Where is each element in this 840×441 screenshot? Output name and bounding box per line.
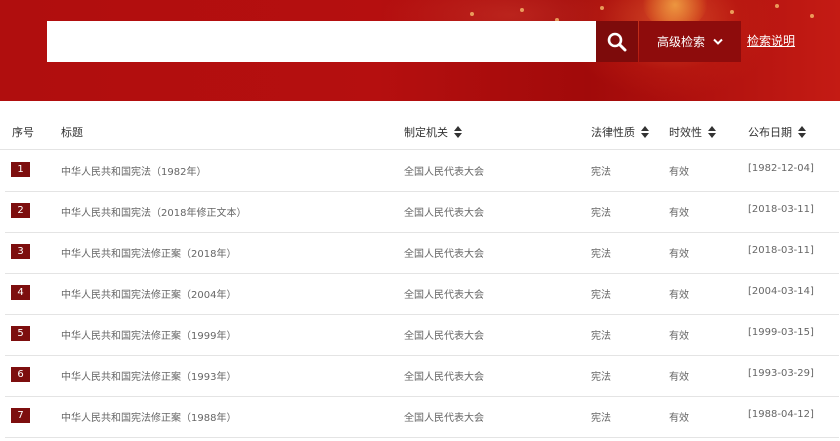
row-index-badge: 3: [11, 244, 30, 259]
header-index-label: 序号: [12, 126, 34, 139]
search-input[interactable]: [47, 21, 596, 62]
sort-icon[interactable]: [454, 126, 462, 138]
advanced-search-label: 高级检索: [656, 35, 705, 49]
row-validity: 有效: [669, 372, 689, 383]
row-authority: 全国人民代表大会: [404, 372, 484, 383]
header-title-label: 标题: [61, 126, 83, 139]
row-authority: 全国人民代表大会: [404, 290, 484, 301]
header-title: 标题: [61, 124, 83, 140]
row-date: [2004-03-14]: [748, 286, 814, 297]
table-header: 序号 标题 制定机关 法律性质 时效性 公布日期: [0, 118, 840, 150]
chevron-down-icon: [713, 38, 723, 45]
table-row: 5 中华人民共和国宪法修正案（1999年） 全国人民代表大会 宪法 有效 [19…: [5, 314, 839, 356]
search-icon: [607, 32, 627, 51]
row-date: [2018-03-11]: [748, 245, 814, 256]
row-index-badge: 5: [11, 326, 30, 341]
row-nature: 宪法: [591, 331, 611, 342]
row-title-link[interactable]: 中华人民共和国宪法（2018年修正文本）: [61, 204, 246, 219]
row-nature: 宪法: [591, 290, 611, 301]
row-title-link[interactable]: 中华人民共和国宪法修正案（1988年）: [61, 409, 236, 424]
banner-decoration: [520, 8, 524, 12]
row-authority: 全国人民代表大会: [404, 249, 484, 260]
header-validity[interactable]: 时效性: [669, 124, 716, 140]
row-nature: 宪法: [591, 249, 611, 260]
table-row: 3 中华人民共和国宪法修正案（2018年） 全国人民代表大会 宪法 有效 [20…: [5, 232, 839, 274]
table-row: 2 中华人民共和国宪法（2018年修正文本） 全国人民代表大会 宪法 有效 [2…: [5, 191, 839, 233]
row-title-link[interactable]: 中华人民共和国宪法修正案（1993年）: [61, 368, 236, 383]
row-validity: 有效: [669, 167, 689, 178]
header-nature-label: 法律性质: [591, 126, 635, 139]
sort-icon[interactable]: [708, 126, 716, 138]
header-index: 序号: [12, 124, 34, 140]
row-validity: 有效: [669, 249, 689, 260]
row-date: [1999-03-15]: [748, 327, 814, 338]
row-date: [1988-04-12]: [748, 409, 814, 420]
row-index-badge: 7: [11, 408, 30, 423]
header-validity-label: 时效性: [669, 126, 702, 139]
banner-decoration: [600, 6, 604, 10]
table-row: 1 中华人民共和国宪法（1982年） 全国人民代表大会 宪法 有效 [1982-…: [5, 150, 839, 192]
row-authority: 全国人民代表大会: [404, 331, 484, 342]
header-date-label: 公布日期: [748, 126, 792, 139]
banner-decoration: [810, 14, 814, 18]
row-index-badge: 4: [11, 285, 30, 300]
header-authority-label: 制定机关: [404, 126, 448, 139]
sort-icon[interactable]: [798, 126, 806, 138]
row-index-badge: 6: [11, 367, 30, 382]
row-validity: 有效: [669, 208, 689, 219]
row-validity: 有效: [669, 290, 689, 301]
row-authority: 全国人民代表大会: [404, 167, 484, 178]
table-row: 7 中华人民共和国宪法修正案（1988年） 全国人民代表大会 宪法 有效 [19…: [5, 396, 839, 438]
banner-decoration: [470, 12, 474, 16]
row-nature: 宪法: [591, 167, 611, 178]
row-validity: 有效: [669, 331, 689, 342]
table-row: 4 中华人民共和国宪法修正案（2004年） 全国人民代表大会 宪法 有效 [20…: [5, 273, 839, 315]
row-nature: 宪法: [591, 413, 611, 424]
header-nature[interactable]: 法律性质: [591, 124, 649, 140]
banner-decoration: [730, 10, 734, 14]
advanced-search-button[interactable]: 高级检索: [639, 21, 741, 62]
banner-decoration: [775, 4, 779, 8]
row-index-badge: 1: [11, 162, 30, 177]
table-row: 6 中华人民共和国宪法修正案（1993年） 全国人民代表大会 宪法 有效 [19…: [5, 355, 839, 397]
search-button[interactable]: [596, 21, 638, 62]
row-index-badge: 2: [11, 203, 30, 218]
row-title-link[interactable]: 中华人民共和国宪法修正案（2004年）: [61, 286, 236, 301]
header-authority[interactable]: 制定机关: [404, 124, 462, 140]
sort-icon[interactable]: [641, 126, 649, 138]
row-date: [1982-12-04]: [748, 163, 814, 174]
header-date[interactable]: 公布日期: [748, 124, 806, 140]
row-nature: 宪法: [591, 372, 611, 383]
row-validity: 有效: [669, 413, 689, 424]
row-authority: 全国人民代表大会: [404, 413, 484, 424]
row-title-link[interactable]: 中华人民共和国宪法修正案（1999年）: [61, 327, 236, 342]
row-date: [1993-03-29]: [748, 368, 814, 379]
search-help-link[interactable]: 检索说明: [747, 32, 795, 49]
row-title-link[interactable]: 中华人民共和国宪法修正案（2018年）: [61, 245, 236, 260]
row-date: [2018-03-11]: [748, 204, 814, 215]
row-authority: 全国人民代表大会: [404, 208, 484, 219]
row-title-link[interactable]: 中华人民共和国宪法（1982年）: [61, 163, 206, 178]
row-nature: 宪法: [591, 208, 611, 219]
